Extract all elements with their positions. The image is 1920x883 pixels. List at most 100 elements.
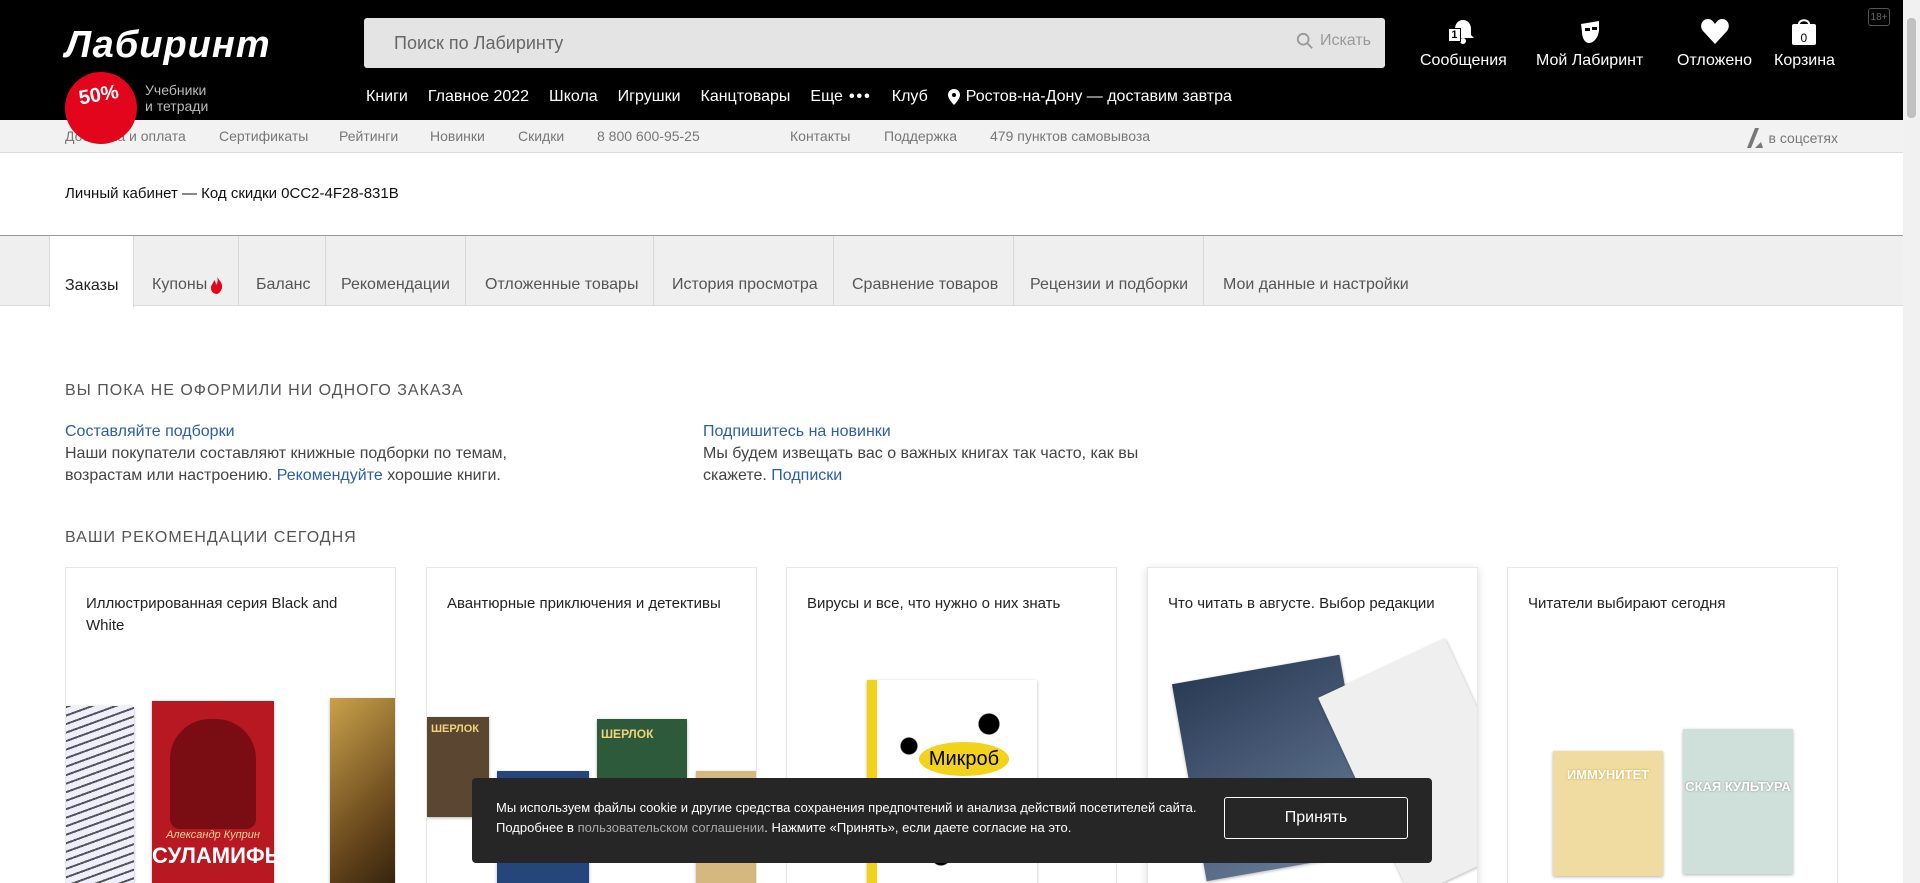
subscribe-text: Мы будем извещать вас о важных книгах та… xyxy=(703,445,1139,484)
fire-icon xyxy=(211,276,223,294)
book-illustration xyxy=(170,719,256,829)
my-labirint-menu[interactable]: Мой Лабиринт xyxy=(1536,14,1643,70)
search-button[interactable]: Искать xyxy=(1296,32,1371,50)
avatar-icon xyxy=(1573,14,1607,48)
bell-icon: 1 xyxy=(1446,14,1480,48)
cart-count: 0 xyxy=(1800,31,1808,45)
nav-school[interactable]: Школа xyxy=(549,88,598,106)
tab-coupons-label: Купоны xyxy=(152,276,208,293)
age-rating: 18+ xyxy=(1868,8,1890,26)
more-dots-icon: ••• xyxy=(848,88,872,105)
search-input[interactable] xyxy=(394,18,1194,68)
tab-history[interactable]: История просмотра xyxy=(657,236,834,306)
cookie-text-after: . Нажмите «Принять», если даете согласие… xyxy=(764,820,1072,835)
social-link[interactable]: в соцсетях xyxy=(1745,128,1838,148)
link-support[interactable]: Поддержка xyxy=(884,128,957,144)
nav-more[interactable]: Еще ••• xyxy=(810,88,871,106)
messages-menu[interactable]: 1 Сообщения xyxy=(1420,14,1507,70)
social-label: в соцсетях xyxy=(1768,130,1838,146)
logo[interactable]: Лабиринт xyxy=(65,24,271,67)
tab-settings[interactable]: Мои данные и настройки xyxy=(1208,236,1424,306)
book-title: СУЛАМИФЬ xyxy=(152,843,281,868)
nav-toys[interactable]: Игрушки xyxy=(618,88,681,106)
link-new[interactable]: Новинки xyxy=(430,128,485,144)
tab-compare[interactable]: Сравнение товаров xyxy=(837,236,1015,306)
tab-orders[interactable]: Заказы xyxy=(49,236,135,307)
book-title: ШЕРЛОК xyxy=(601,727,654,741)
cookie-agreement-link[interactable]: пользовательском соглашении xyxy=(578,820,765,835)
secondary-nav: Доставка и оплата Сертификаты Рейтинги Н… xyxy=(0,120,1920,153)
nav-location[interactable]: Ростов-на-Дону — доставим завтра xyxy=(947,88,1232,106)
book-author: Александр Куприн xyxy=(166,829,260,841)
nav-books[interactable]: Книги xyxy=(366,88,408,106)
cart-menu[interactable]: 0 Корзина xyxy=(1774,14,1835,70)
scrollbar[interactable] xyxy=(1903,0,1920,883)
tab-reviews[interactable]: Рецензии и подборки xyxy=(1015,236,1205,306)
book-title: СКАЯ КУЛЬТУРА xyxy=(1685,779,1791,794)
location-pin-icon xyxy=(947,89,960,105)
search-box: Искать xyxy=(364,18,1385,68)
card-title: Вирусы и все, что нужно о них знать xyxy=(807,595,1061,612)
nav-club[interactable]: Клуб xyxy=(892,88,928,106)
recommendation-card[interactable]: Читатели выбирают сегодня ИММУНИТЕТ СКАЯ… xyxy=(1507,567,1838,883)
promo-text-line2: и тетради xyxy=(145,98,209,114)
scrollbar-thumb[interactable] xyxy=(1907,18,1916,118)
book-title: ШЕРЛОК xyxy=(431,723,480,735)
my-labirint-label: Мой Лабиринт xyxy=(1536,52,1644,69)
tab-recommendations[interactable]: Рекомендации xyxy=(326,236,466,306)
link-pickup[interactable]: 479 пунктов самовывоза xyxy=(990,128,1150,144)
promo-text[interactable]: Учебники и тетради xyxy=(145,82,208,114)
card-title: Авантюрные приключения и детективы xyxy=(447,595,721,612)
collections-text-after: хорошие книги. xyxy=(387,467,501,484)
promo-text-line1: Учебники xyxy=(145,82,207,98)
recommendations-heading: Ваши рекомендации сегодня xyxy=(65,529,357,546)
cookie-banner: Мы используем файлы cookie и другие сред… xyxy=(472,778,1432,863)
card-title: Иллюстрированная серия Black and White xyxy=(86,595,338,634)
social-logo-icon xyxy=(1746,128,1763,148)
location-label: Ростов-на-Дону — доставим завтра xyxy=(965,88,1232,105)
subscribe-link[interactable]: Подпишитесь на новинки xyxy=(703,421,1183,443)
orders-empty-heading: Вы пока не оформили ни одного заказа xyxy=(65,382,464,399)
main-nav: Книги Главное 2022 Школа Игрушки Канцтов… xyxy=(366,88,1232,106)
link-contacts[interactable]: Контакты xyxy=(790,128,850,144)
collections-link[interactable]: Составляйте подборки xyxy=(65,421,545,443)
search-button-label: Искать xyxy=(1319,32,1371,49)
messages-count: 1 xyxy=(1448,28,1461,42)
cart-label: Корзина xyxy=(1774,52,1835,69)
nav-main2022[interactable]: Главное 2022 xyxy=(428,88,529,106)
postponed-label: Отложено xyxy=(1677,52,1752,69)
book-cover[interactable] xyxy=(66,706,134,883)
cookie-accept-button[interactable]: Принять xyxy=(1224,797,1408,839)
collections-block: Составляйте подборки Наши покупатели сос… xyxy=(65,421,545,487)
link-ratings[interactable]: Рейтинги xyxy=(339,128,398,144)
book-title: ИММУНИТЕТ xyxy=(1566,767,1650,782)
heart-icon xyxy=(1698,14,1732,48)
cart-icon: 0 xyxy=(1787,14,1821,48)
nav-more-label: Еще xyxy=(810,88,843,105)
page-title: Личный кабинет — Код скидки 0CC2-4F28-83… xyxy=(65,185,399,202)
link-certificates[interactable]: Сертификаты xyxy=(219,128,308,144)
messages-label: Сообщения xyxy=(1420,52,1507,69)
account-tabs: Заказы Купоны Баланс Рекомендации Отложе… xyxy=(0,235,1903,307)
book-cover[interactable]: Александр Куприн СУЛАМИФЬ xyxy=(152,701,281,883)
header-bar: Лабиринт 50% Учебники и тетради Искать 1… xyxy=(0,0,1920,150)
tab-balance[interactable]: Баланс xyxy=(241,236,327,306)
book-cover[interactable]: СКАЯ КУЛЬТУРА xyxy=(1683,729,1793,874)
postponed-menu[interactable]: Отложено xyxy=(1677,14,1752,70)
subscribe-block: Подпишитесь на новинки Мы будем извещать… xyxy=(703,421,1183,487)
card-title: Что читать в августе. Выбор редакции xyxy=(1168,595,1435,612)
book-cover[interactable]: ИММУНИТЕТ xyxy=(1553,751,1663,876)
recommend-link[interactable]: Рекомендуйте xyxy=(277,467,383,484)
book-title: Микроб xyxy=(919,742,1009,776)
recommendation-card[interactable]: Иллюстрированная серия Black and White А… xyxy=(65,567,396,883)
link-phone[interactable]: 8 800 600-95-25 xyxy=(597,128,700,144)
subscriptions-link[interactable]: Подписки xyxy=(771,467,842,484)
tab-coupons[interactable]: Купоны xyxy=(137,236,240,306)
nav-stationery[interactable]: Канцтовары xyxy=(701,88,791,106)
cookie-text: Мы используем файлы cookie и другие сред… xyxy=(496,798,1216,838)
tab-postponed[interactable]: Отложенные товары xyxy=(470,236,655,306)
card-title: Читатели выбирают сегодня xyxy=(1528,595,1726,612)
search-icon xyxy=(1296,32,1313,49)
link-discounts[interactable]: Скидки xyxy=(518,128,564,144)
book-cover[interactable] xyxy=(330,698,395,883)
